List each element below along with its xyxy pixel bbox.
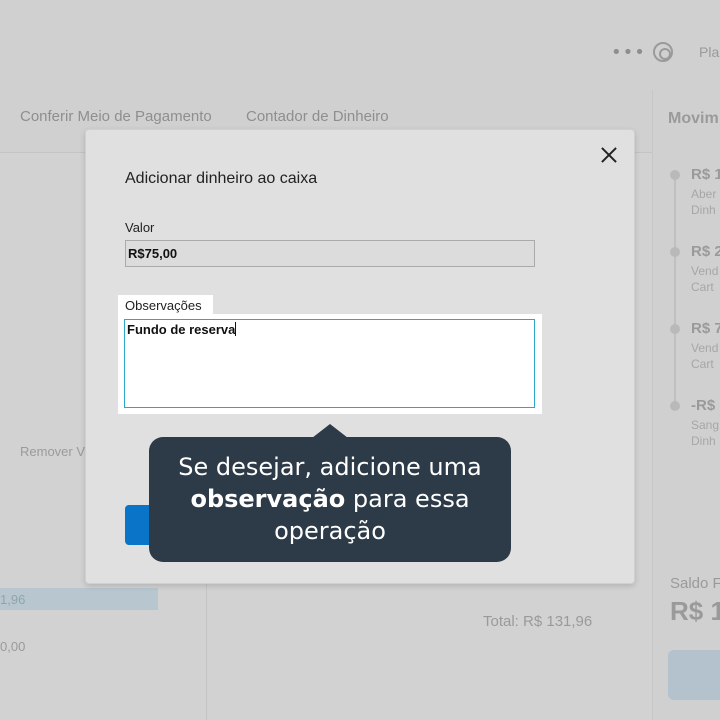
tooltip-line-2: observação para essa — [149, 483, 511, 515]
tooltip-line-3: operação — [274, 517, 386, 545]
tutorial-tooltip: Se desejar, adicione uma observação para… — [149, 437, 511, 562]
tooltip-arrow — [312, 424, 348, 438]
obs-text: Fundo de reserva — [127, 322, 236, 337]
close-icon[interactable] — [597, 143, 621, 167]
tooltip-line-1: Se desejar, adicione uma — [178, 453, 482, 481]
obs-textarea[interactable]: Fundo de reserva — [124, 319, 535, 408]
tooltip-bold: observação — [190, 485, 346, 513]
valor-input[interactable]: R$75,00 — [125, 240, 535, 267]
valor-label: Valor — [125, 220, 155, 235]
obs-label: Observações — [125, 298, 202, 313]
text-caret — [235, 322, 237, 336]
modal-title: Adicionar dinheiro ao caixa — [125, 170, 318, 187]
tooltip-line-2-rest: para essa — [345, 485, 470, 513]
